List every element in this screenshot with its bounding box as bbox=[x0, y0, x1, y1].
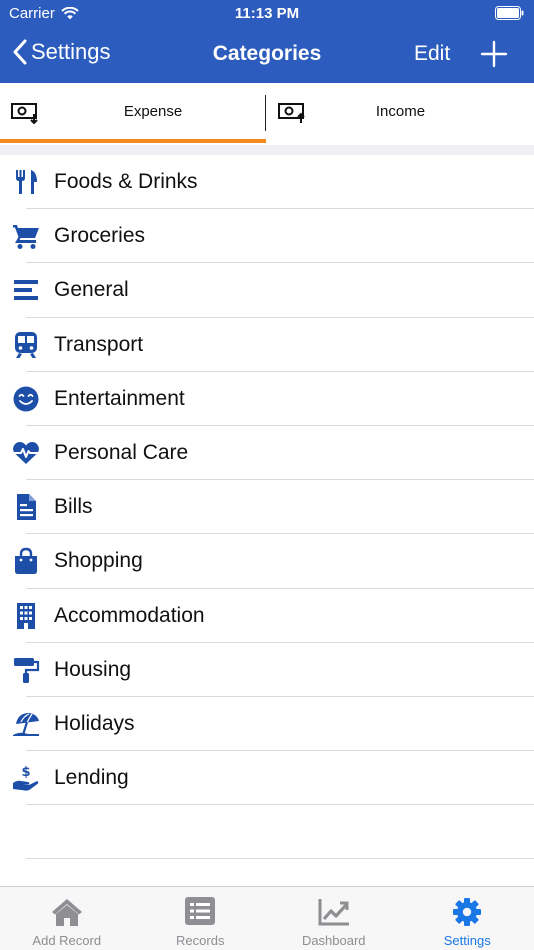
tab-label: Dashboard bbox=[301, 933, 366, 948]
category-label: Accommodation bbox=[54, 603, 205, 627]
smiley-icon bbox=[13, 386, 39, 412]
row-separator bbox=[26, 858, 534, 859]
list-icon bbox=[185, 897, 216, 925]
home-icon bbox=[51, 899, 82, 926]
svg-text:$: $ bbox=[21, 765, 30, 780]
category-row-bills[interactable]: Bills bbox=[0, 480, 534, 535]
back-button[interactable]: Settings bbox=[13, 39, 111, 65]
category-label: Personal Care bbox=[54, 440, 189, 464]
category-label: Holidays bbox=[54, 711, 135, 735]
row-separator bbox=[26, 804, 534, 806]
category-row-lending[interactable]: $ Lending bbox=[0, 751, 534, 806]
tab-label: Records bbox=[176, 933, 225, 948]
gear-icon bbox=[453, 898, 482, 926]
tab-records[interactable]: Records bbox=[134, 887, 268, 950]
paint-roller-icon bbox=[14, 657, 40, 683]
edit-button[interactable]: Edit bbox=[414, 42, 450, 66]
tab-income-label: Income bbox=[375, 103, 426, 120]
category-type-tabs: Expense Income bbox=[0, 83, 534, 145]
tab-bar: Add Record Records Dashboard Settings bbox=[0, 886, 534, 950]
category-label: Entertainment bbox=[54, 386, 185, 410]
back-label: Settings bbox=[31, 39, 111, 64]
chevron-left-icon bbox=[13, 39, 27, 65]
clock: 11:13 PM bbox=[234, 5, 300, 22]
category-label: Transport bbox=[54, 332, 144, 356]
lines-icon bbox=[14, 280, 38, 301]
category-label: General bbox=[54, 278, 129, 302]
category-label: Foods & Drinks bbox=[54, 170, 198, 193]
beach-umbrella-icon bbox=[13, 712, 39, 736]
tab-label: Settings bbox=[443, 933, 491, 948]
tab-add-record[interactable]: Add Record bbox=[0, 887, 134, 950]
category-label: Bills bbox=[54, 495, 93, 519]
category-label: Housing bbox=[54, 657, 132, 681]
category-row-transport[interactable]: Transport bbox=[0, 318, 534, 372]
category-row-foods-drinks[interactable]: Foods & Drinks bbox=[0, 155, 534, 210]
status-bar: Carrier 11:13 PM bbox=[0, 0, 534, 28]
category-row-housing[interactable]: Housing bbox=[0, 643, 534, 697]
train-icon bbox=[15, 331, 37, 358]
tab-dashboard[interactable]: Dashboard bbox=[267, 887, 401, 950]
building-icon bbox=[17, 602, 35, 629]
navigation-bar: Settings Categories Edit bbox=[0, 28, 534, 83]
tab-label: Add Record bbox=[32, 933, 102, 948]
shopping-cart-icon bbox=[13, 225, 39, 250]
hand-dollar-icon: $ bbox=[13, 765, 39, 791]
battery-icon bbox=[495, 6, 524, 20]
shopping-bag-icon bbox=[15, 548, 37, 575]
category-row-general[interactable]: General bbox=[0, 263, 534, 318]
tab-expense[interactable]: Expense bbox=[0, 83, 266, 145]
tab-settings[interactable]: Settings bbox=[401, 887, 534, 950]
selected-tab-indicator bbox=[0, 139, 266, 143]
tab-income[interactable]: Income bbox=[267, 83, 534, 145]
fork-knife-icon bbox=[16, 170, 37, 194]
category-label: Lending bbox=[54, 766, 129, 790]
add-icon[interactable] bbox=[480, 40, 508, 68]
category-row-holidays[interactable]: Holidays bbox=[0, 697, 534, 752]
category-row-shopping[interactable]: Shopping bbox=[0, 534, 534, 589]
category-list: Foods & Drinks Groceries General Transpo… bbox=[0, 155, 534, 806]
category-label: Shopping bbox=[54, 549, 143, 573]
category-label: Groceries bbox=[54, 224, 146, 248]
category-row-entertainment[interactable]: Entertainment bbox=[0, 372, 534, 426]
category-row-groceries[interactable]: Groceries bbox=[0, 209, 534, 264]
segment-divider bbox=[265, 95, 266, 131]
heartbeat-icon bbox=[13, 441, 39, 464]
tab-expense-label: Expense bbox=[123, 103, 183, 120]
category-row-personal-care[interactable]: Personal Care bbox=[0, 426, 534, 481]
section-gap bbox=[0, 145, 534, 155]
document-icon bbox=[17, 494, 36, 521]
chart-icon bbox=[318, 899, 349, 926]
category-row-accommodation[interactable]: Accommodation bbox=[0, 589, 534, 643]
